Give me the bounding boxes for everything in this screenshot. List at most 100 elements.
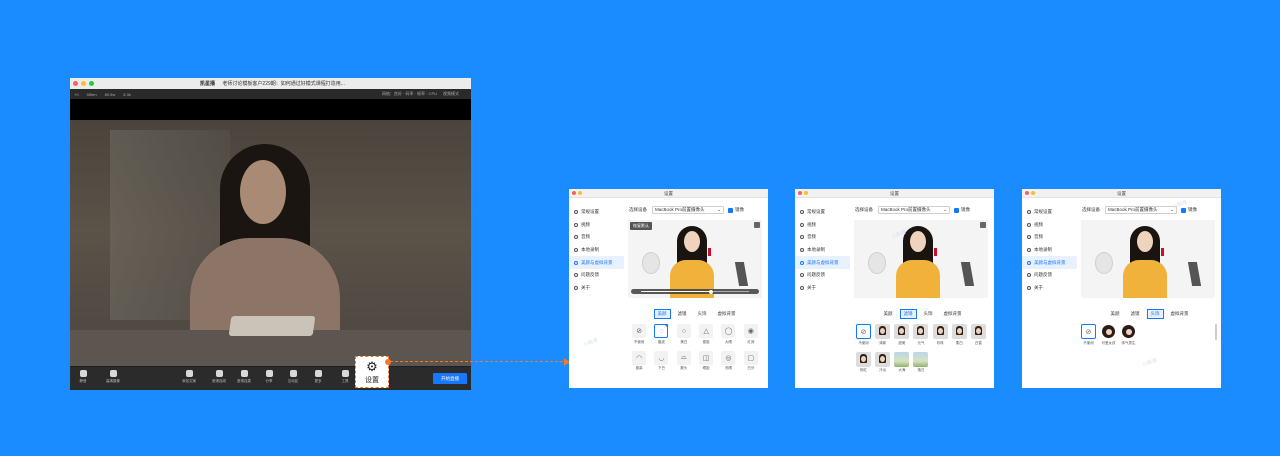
more-button[interactable]: 更多	[307, 370, 329, 384]
tab-headwear[interactable]: 头饰	[694, 309, 711, 319]
tab-filter[interactable]: 滤镜	[1127, 309, 1144, 319]
reset-icon[interactable]	[980, 222, 986, 228]
interaction-button[interactable]: 互动区	[282, 370, 304, 384]
filter-option[interactable]: 甜美	[892, 324, 911, 346]
filter-option[interactable]: 元气	[911, 324, 930, 346]
filter-option[interactable]: 清新	[873, 324, 892, 346]
headwear-option[interactable]: 帅气男生	[1121, 324, 1136, 346]
settings-sidebar: 常规设置 视频 音频 本地录制 美颜与虚拟背景 问题反馈 关于	[795, 198, 850, 388]
info-icon	[1027, 285, 1031, 290]
beauty-option[interactable]: ○ 美白	[673, 324, 695, 345]
beauty-option[interactable]: ◯ 大眼	[717, 324, 739, 345]
sidebar-item-video[interactable]: 视频	[569, 219, 624, 232]
headwear-option[interactable]: ⊘ 不使用	[1081, 324, 1096, 346]
device-select[interactable]: MacBook Pro前置摄像头 ⌄	[652, 206, 724, 214]
sidebar-item-recording[interactable]: 本地录制	[569, 244, 624, 257]
filter-option[interactable]: 粉红	[854, 351, 873, 374]
tab-headwear[interactable]: 头饰	[1146, 309, 1164, 319]
minimize-window-button[interactable]	[81, 81, 86, 86]
reset-icon[interactable]	[754, 222, 760, 228]
sidebar-item-general[interactable]: 常规设置	[795, 206, 850, 219]
tab-virtual-bg[interactable]: 虚拟背景	[940, 309, 966, 319]
sidebar-item-recording[interactable]: 本地录制	[795, 244, 850, 257]
connector-dot	[385, 359, 391, 365]
tab-beauty[interactable]: 美颜	[880, 309, 897, 319]
filter-option[interactable]: 柔白	[950, 324, 969, 346]
beauty-option[interactable]: ◠ 瘦鼻	[628, 350, 650, 372]
sidebar-item-feedback[interactable]: 问题反馈	[1022, 269, 1077, 282]
beauty-option[interactable]: △ 瘦脸	[695, 324, 717, 345]
sidebar-item-audio[interactable]: 音频	[569, 231, 624, 244]
sidebar-item-about[interactable]: 关于	[795, 282, 850, 295]
restore-default-button[interactable]: 恢复默认	[630, 222, 652, 230]
add-text-button[interactable]: 添加文案	[178, 370, 200, 384]
beauty-option[interactable]: ◫ 眼距	[695, 350, 717, 372]
filter-option[interactable]: 大海	[892, 351, 911, 374]
close-window-button[interactable]	[73, 81, 78, 86]
settings-dialog-headwear: 设置 常规设置 视频 音频 本地录制 美颜与虚拟背景 问题反馈 关于 选择设备 …	[1022, 189, 1221, 388]
beauty-option[interactable]: ◉ 红润	[740, 324, 762, 345]
sidebar-item-about[interactable]: 关于	[569, 282, 624, 295]
invite-mic-button[interactable]: 邀请连麦	[233, 370, 255, 384]
filter-option[interactable]: ⊘ 不使用	[854, 324, 873, 346]
tools-button[interactable]: 工具	[334, 370, 356, 384]
beauty-slider[interactable]	[631, 289, 759, 294]
start-live-button[interactable]: 开始直播	[433, 373, 467, 384]
tab-beauty[interactable]: 美颜	[653, 309, 671, 319]
filter-option[interactable]: 冷淡	[873, 351, 892, 374]
tab-filter[interactable]: 滤镜	[674, 309, 691, 319]
beauty-option[interactable]: ◌ 磨皮	[650, 324, 672, 345]
sidebar-item-beauty[interactable]: 美颜与虚拟背景	[569, 256, 624, 269]
slider-handle[interactable]	[709, 289, 713, 294]
sidebar-item-beauty[interactable]: 美颜与虚拟背景	[795, 256, 850, 269]
mute-button[interactable]: 静音	[72, 370, 94, 384]
live-status-bar: +0 55fen 89.5w 5.3k 网络：良好 · 码率 · 帧率 · CP…	[70, 89, 471, 99]
mirror-checkbox[interactable]	[954, 207, 959, 213]
sidebar-item-audio[interactable]: 音频	[1022, 231, 1077, 244]
filter-option[interactable]: 白皙	[969, 324, 988, 346]
mirror-checkbox[interactable]	[1181, 207, 1186, 213]
device-select[interactable]: MacBook Pro前置摄像头 ⌄	[878, 206, 950, 214]
sidebar-item-recording[interactable]: 本地录制	[1022, 244, 1077, 257]
headwear-option[interactable]: 可爱女孩	[1101, 324, 1116, 346]
sidebar-item-general[interactable]: 常规设置	[569, 206, 624, 219]
presenter-face	[684, 231, 700, 252]
mirror-checkbox[interactable]	[728, 207, 733, 213]
filter-options: ⊘ 不使用 清新 甜美 元气 珍珠 柔白 白皙 粉红 冷淡 大海 落日	[854, 324, 988, 373]
beauty-option[interactable]: ▢ 白牙	[740, 350, 762, 372]
settings-callout[interactable]: ⚙ 设置	[355, 356, 389, 388]
scrollbar[interactable]	[1215, 324, 1217, 340]
tab-beauty[interactable]: 美颜	[1107, 309, 1124, 319]
filter-option[interactable]: 珍珠	[931, 324, 950, 346]
feedback-icon	[574, 273, 578, 278]
record-icon	[800, 248, 804, 253]
chin-icon: ◡	[654, 350, 669, 365]
device-select[interactable]: MacBook Pro前置摄像头 ⌄	[1105, 206, 1177, 214]
sidebar-item-audio[interactable]: 音频	[795, 231, 850, 244]
sidebar-item-video[interactable]: 视频	[795, 219, 850, 232]
sidebar-item-beauty[interactable]: 美颜与虚拟背景	[1022, 256, 1077, 269]
beauty-option[interactable]: ◡ 下巴	[650, 350, 672, 372]
whiten-icon: ○	[676, 324, 691, 338]
tab-headwear[interactable]: 头饰	[920, 309, 937, 319]
maximize-window-button[interactable]	[89, 81, 94, 86]
sidebar-item-about[interactable]: 关于	[1022, 282, 1077, 295]
camera-button[interactable]: 高清摄像	[102, 370, 124, 384]
big-eye-icon: ◯	[721, 324, 736, 338]
eye-icon: ◉	[743, 324, 758, 338]
beauty-option[interactable]: ⌓ 额头	[673, 350, 695, 372]
tab-virtual-bg[interactable]: 虚拟背景	[1167, 309, 1193, 319]
sidebar-item-feedback[interactable]: 问题反馈	[569, 269, 624, 282]
tab-filter[interactable]: 滤镜	[899, 309, 917, 319]
mode-select[interactable]: 视频模式	[443, 91, 459, 97]
sidebar-item-video[interactable]: 视频	[1022, 219, 1077, 232]
sidebar-item-general[interactable]: 常规设置	[1022, 206, 1077, 219]
filter-option[interactable]: 落日	[911, 351, 930, 374]
settings-content: 选择设备 MacBook Pro前置摄像头 ⌄ 镜像 恢复默认 美颜 滤镜 头饰 …	[625, 198, 768, 388]
tab-virtual-bg[interactable]: 虚拟背景	[714, 309, 740, 319]
invite-connect-button[interactable]: 邀请连线	[208, 370, 230, 384]
sidebar-item-feedback[interactable]: 问题反馈	[795, 269, 850, 282]
beauty-option[interactable]: ⊘ 不使用	[628, 324, 650, 345]
share-button[interactable]: 分享	[258, 370, 280, 384]
beauty-option[interactable]: ◎ 亮眼	[717, 350, 739, 372]
